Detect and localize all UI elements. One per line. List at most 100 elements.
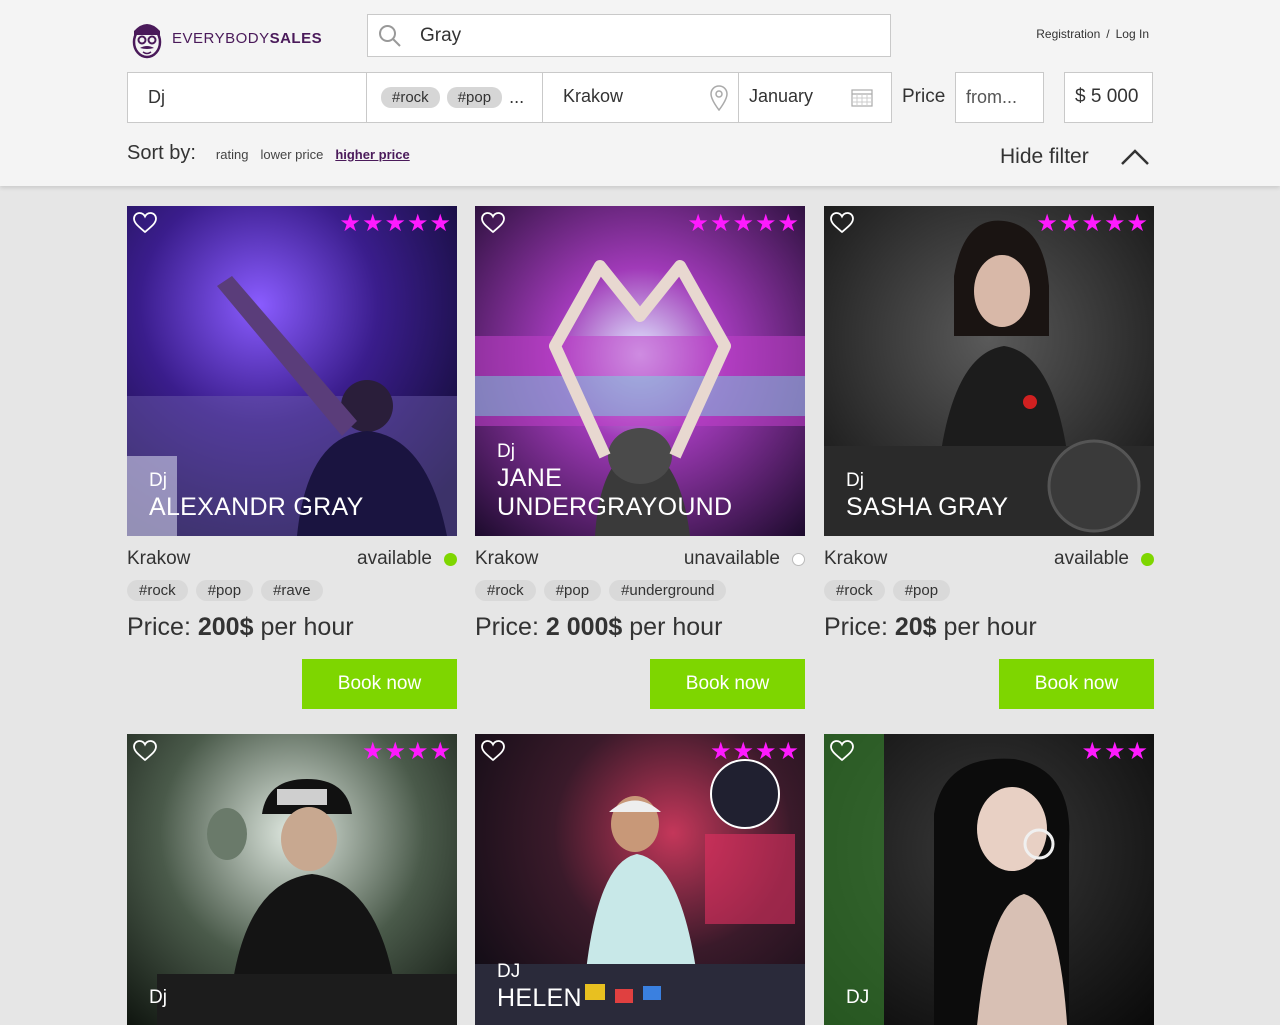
- type-filter-value: Dj: [148, 87, 165, 107]
- dj-card: ★ ★ ★ ★ ★ Dj Alexandr Gray Krakow available …: [127, 206, 457, 709]
- dj-name[interactable]: Jane Undergrayound: [497, 464, 737, 522]
- dj-name[interactable]: Alexandr Gray: [149, 493, 364, 522]
- availability-status: available: [357, 548, 457, 570]
- dj-tags: #rock #pop: [824, 580, 1154, 601]
- search-icon: [379, 25, 401, 47]
- registration-link[interactable]: Registration: [1036, 27, 1100, 41]
- rating-stars: ★ ★ ★ ★ ★: [687, 210, 799, 237]
- dj-price: Price: 2 000$ per hour: [475, 613, 723, 641]
- hide-filter-label: Hide filter: [1000, 145, 1089, 168]
- dj-photo[interactable]: ★ ★ ★ ★ ★ Dj Sasha Gray: [824, 206, 1154, 536]
- city-filter[interactable]: Krakow: [543, 72, 739, 123]
- auth-links: Registration / Log In: [1036, 27, 1149, 41]
- type-filter[interactable]: Dj: [127, 72, 367, 123]
- auth-separator: /: [1106, 27, 1110, 41]
- dj-photo-image: [824, 734, 1154, 1025]
- dj-card: ★ ★ ★ ★ ★ Dj Jane Undergrayound Krakow unava…: [475, 206, 805, 709]
- dj-city: Krakow: [127, 548, 191, 569]
- rating-stars: ★ ★ ★ ★: [709, 738, 799, 765]
- status-dot-icon: [444, 552, 457, 566]
- dj-meta: Krakow unavailable: [475, 548, 805, 570]
- heart-icon[interactable]: [481, 740, 505, 762]
- dj-photo[interactable]: ★ ★ ★ ★ ★ Dj Alexandr Gray: [127, 206, 457, 536]
- sort-option-lower-price[interactable]: lower price: [260, 147, 323, 162]
- dj-card: ★ ★ ★ ★ Dj: [127, 734, 457, 1025]
- status-dot-icon: [792, 552, 805, 566]
- heart-icon[interactable]: [133, 212, 157, 234]
- filter-bar: Dj #rock #pop ... Krakow January: [127, 72, 892, 123]
- filter-tag-chip[interactable]: #rock: [381, 87, 440, 108]
- tag-chip[interactable]: #rock: [475, 580, 536, 601]
- availability-status: available: [1054, 548, 1154, 570]
- dj-card: ★ ★ ★ ★ ★ Dj Sasha Gray Krakow available #ro…: [824, 206, 1154, 709]
- dj-photo[interactable]: ★ ★ ★ ★ Dj: [127, 734, 457, 1025]
- hide-filter-toggle[interactable]: Hide filter: [1000, 145, 1149, 169]
- book-now-button[interactable]: Book now: [302, 659, 457, 709]
- availability-status: unavailable: [684, 548, 805, 570]
- dj-price: Price: 20$ per hour: [824, 613, 1037, 641]
- tag-chip[interactable]: #pop: [543, 580, 602, 601]
- dj-tags: #rock #pop #underground: [475, 580, 805, 601]
- calendar-icon: [851, 89, 873, 107]
- logo[interactable]: EVERYBODYSALES: [128, 17, 322, 59]
- tag-chip[interactable]: #pop: [195, 580, 254, 601]
- sort-option-rating[interactable]: rating: [216, 147, 249, 162]
- search-input[interactable]: [420, 17, 880, 54]
- rating-stars: ★ ★ ★: [1081, 738, 1148, 765]
- tag-chip[interactable]: #underground: [609, 580, 727, 601]
- dj-type: Dj: [149, 987, 167, 1008]
- tag-chip[interactable]: #rave: [261, 580, 323, 601]
- dj-city: Krakow: [824, 548, 888, 569]
- dj-tags: #rock #pop #rave: [127, 580, 457, 601]
- dj-card: ★ ★ ★ DJ: [824, 734, 1154, 1025]
- dj-meta: Krakow available: [824, 548, 1154, 570]
- tag-chip[interactable]: #pop: [892, 580, 951, 601]
- city-filter-value: Krakow: [563, 86, 624, 106]
- dj-type: DJ: [846, 987, 870, 1008]
- tags-filter[interactable]: #rock #pop ...: [367, 72, 543, 123]
- dj-photo[interactable]: ★ ★ ★ DJ: [824, 734, 1154, 1025]
- dj-price: Price: 200$ per hour: [127, 613, 354, 641]
- rating-stars: ★ ★ ★ ★ ★: [1036, 210, 1148, 237]
- rating-stars: ★ ★ ★ ★: [361, 738, 451, 765]
- date-filter-value: January: [749, 86, 814, 106]
- dj-name[interactable]: Helen: [497, 984, 582, 1013]
- brand-name: EVERYBODYSALES: [172, 29, 323, 47]
- book-now-button[interactable]: Book now: [650, 659, 805, 709]
- dj-type: Dj: [149, 470, 167, 491]
- dj-type: Dj: [846, 470, 864, 491]
- price-from-input[interactable]: from...: [955, 72, 1044, 123]
- login-link[interactable]: Log In: [1116, 27, 1149, 41]
- date-filter[interactable]: January: [739, 72, 892, 123]
- tag-chip[interactable]: #rock: [127, 580, 188, 601]
- dj-name-block: Dj Jane Undergrayound: [497, 440, 737, 522]
- heart-icon[interactable]: [481, 212, 505, 234]
- dj-name-block: Dj Alexandr Gray: [149, 469, 364, 522]
- tags-more[interactable]: ...: [509, 87, 524, 108]
- heart-icon[interactable]: [133, 740, 157, 762]
- dj-name[interactable]: Sasha Gray: [846, 493, 1008, 522]
- dj-photo-image: [127, 734, 457, 1025]
- tag-chip[interactable]: #rock: [824, 580, 885, 601]
- book-now-button[interactable]: Book now: [999, 659, 1154, 709]
- dj-photo[interactable]: ★ ★ ★ ★ DJ Helen: [475, 734, 805, 1025]
- filter-tag-chip[interactable]: #pop: [446, 87, 503, 108]
- dj-city: Krakow: [475, 548, 539, 569]
- sort-bar: Sort by: rating lower price higher price: [127, 142, 422, 165]
- search-bar[interactable]: [367, 14, 891, 57]
- dj-photo[interactable]: ★ ★ ★ ★ ★ Dj Jane Undergrayound: [475, 206, 805, 536]
- price-label: Price: [902, 86, 946, 107]
- price-to-input[interactable]: $ 5 000: [1064, 72, 1153, 123]
- heart-icon[interactable]: [830, 740, 854, 762]
- status-dot-icon: [1141, 552, 1154, 566]
- dj-name-block: DJ: [846, 986, 869, 1010]
- sort-label: Sort by:: [127, 142, 196, 164]
- sort-option-higher-price[interactable]: higher price: [335, 147, 409, 162]
- rating-stars: ★ ★ ★ ★ ★: [339, 210, 451, 237]
- dj-name-block: DJ Helen: [497, 960, 582, 1013]
- header: EVERYBODYSALES Registration / Log In Dj #r…: [0, 0, 1280, 186]
- dj-type: DJ: [497, 961, 521, 982]
- dj-name-block: Dj Sasha Gray: [846, 469, 1008, 522]
- heart-icon[interactable]: [830, 212, 854, 234]
- dj-meta: Krakow available: [127, 548, 457, 570]
